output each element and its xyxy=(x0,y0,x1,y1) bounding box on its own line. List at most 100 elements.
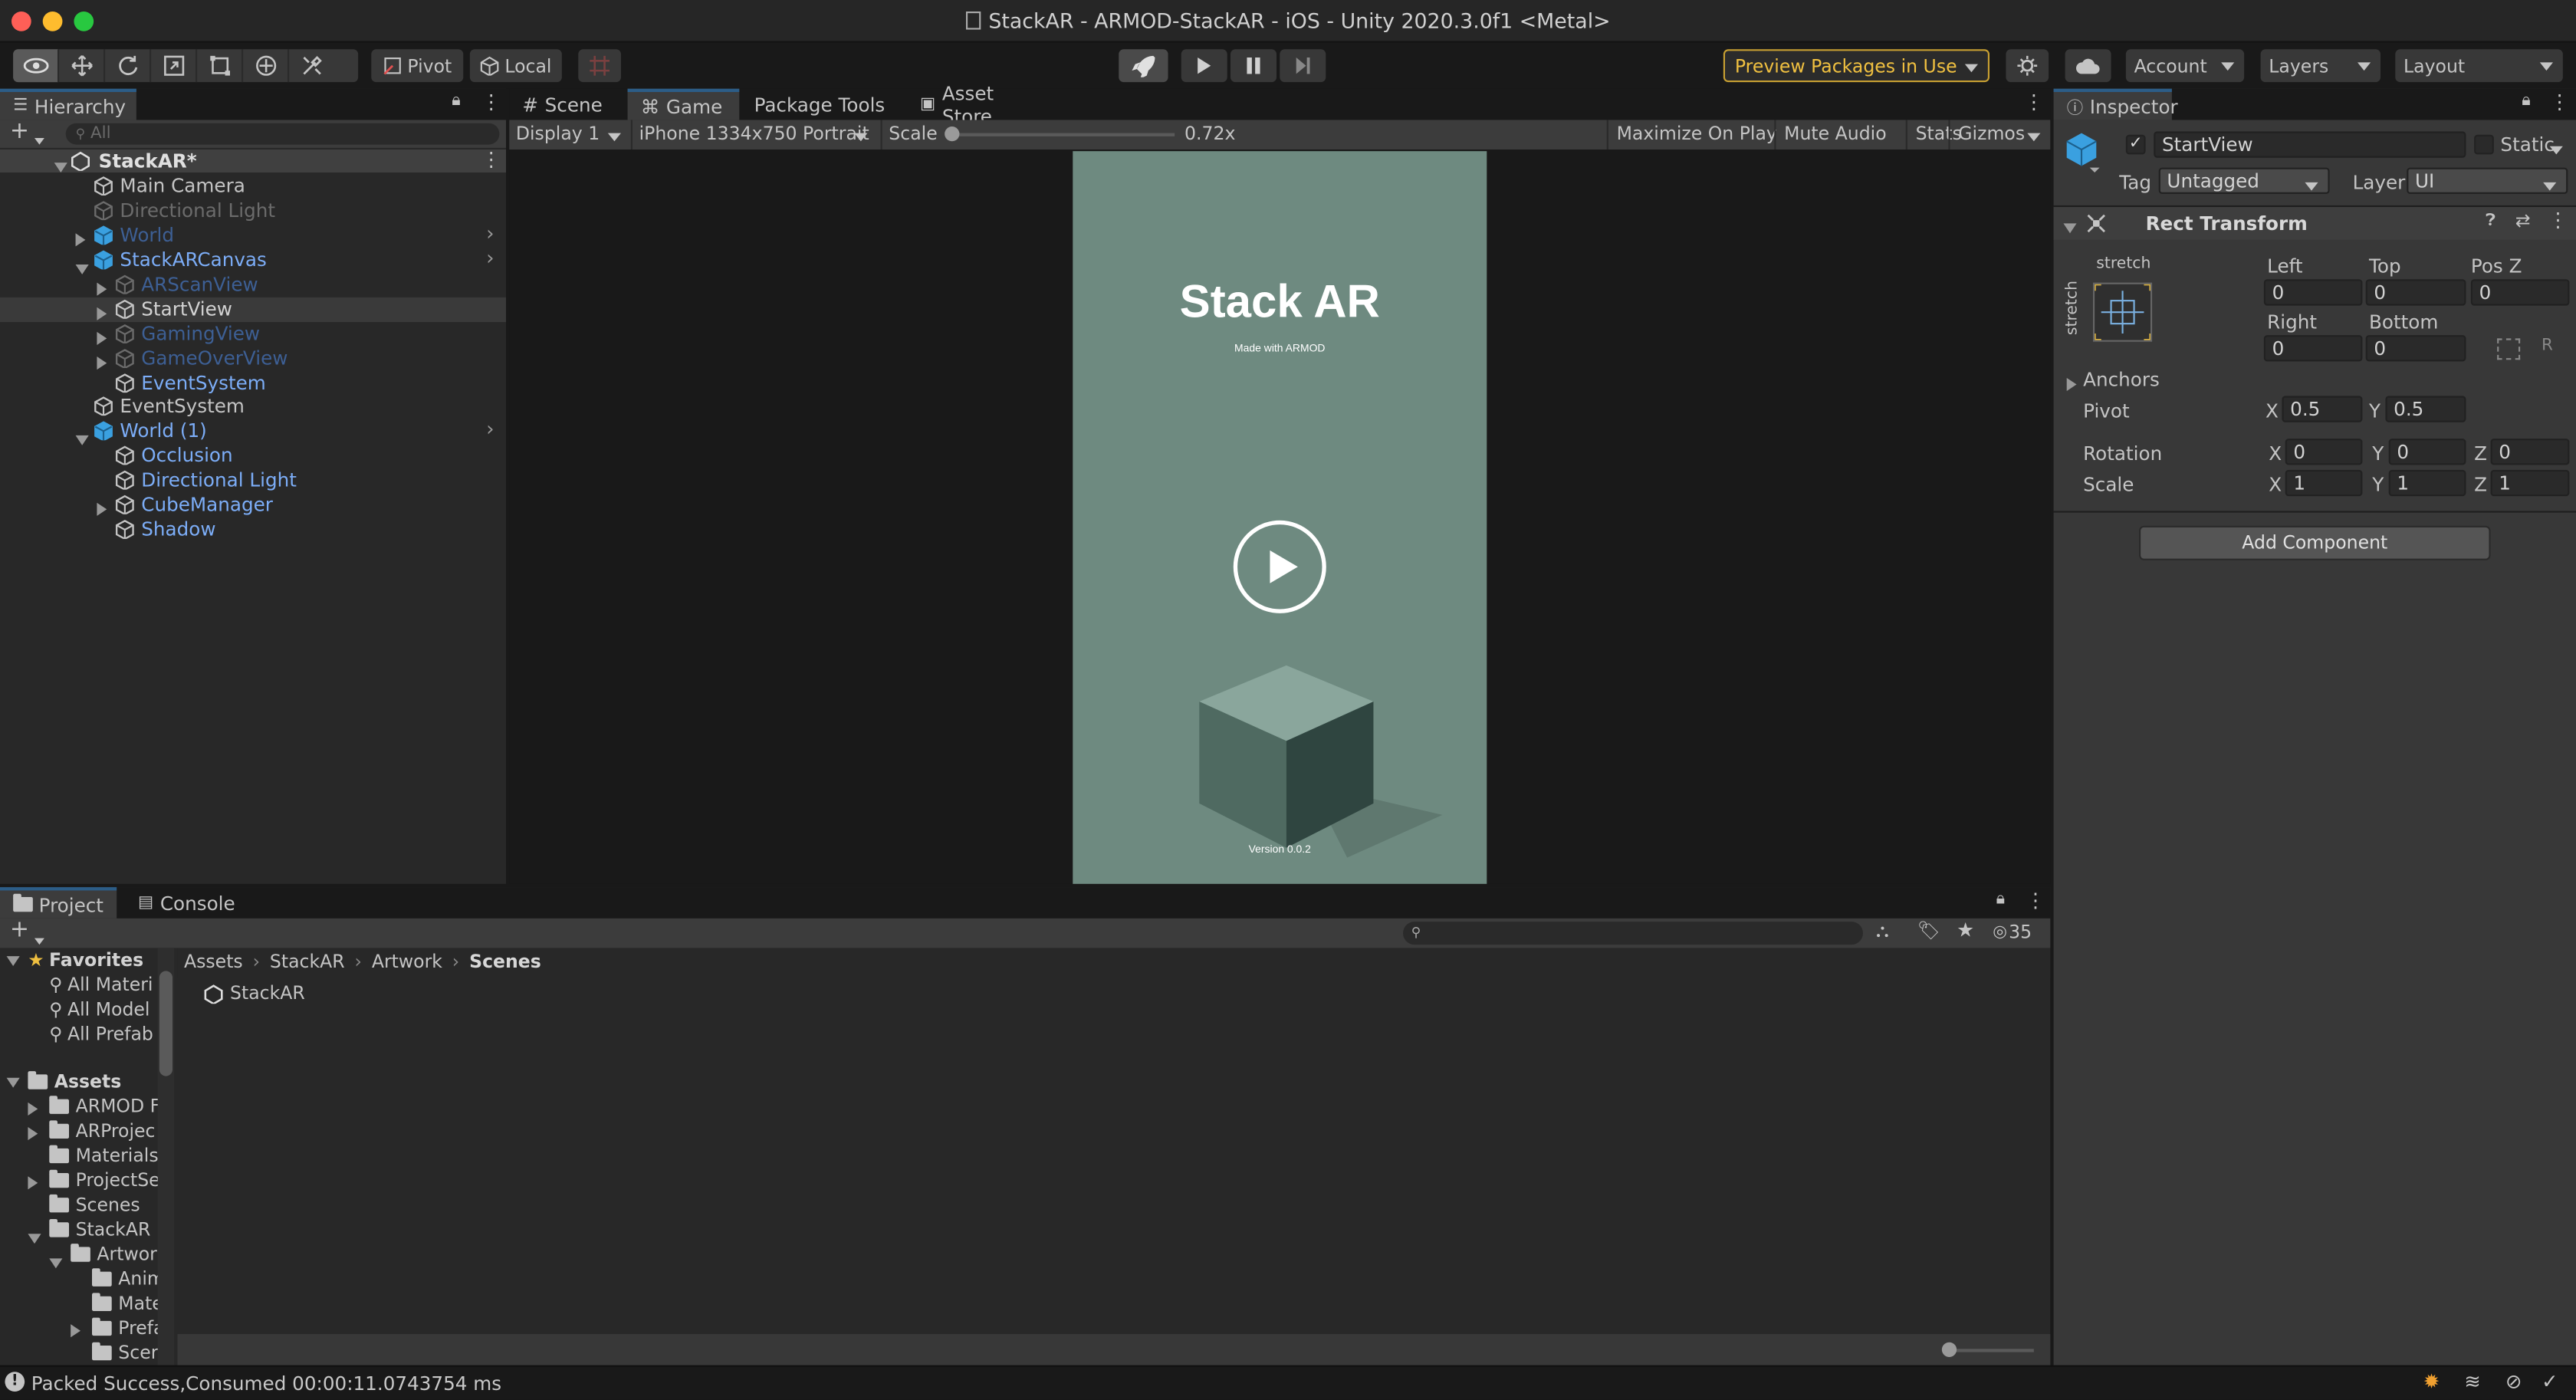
anchors-foldout[interactable]: Anchors xyxy=(2083,368,2160,391)
maximize-on-play-toggle[interactable]: Maximize On Play xyxy=(1606,120,1786,150)
hierarchy-search-input[interactable]: ⚲ All xyxy=(65,123,500,145)
anchors-expand-icon[interactable] xyxy=(2066,375,2077,396)
collapsed-arrow-icon[interactable] xyxy=(28,1124,38,1145)
kebab-menu-icon[interactable]: ⋮ xyxy=(481,90,501,113)
pivot-toggle[interactable]: Pivot xyxy=(371,49,464,83)
breadcrumb-item[interactable]: StackAR xyxy=(270,951,345,973)
collapsed-arrow-icon[interactable] xyxy=(28,1099,38,1121)
hierarchy-item[interactable]: StackARCanvas › xyxy=(0,246,506,274)
rotation-y-field[interactable]: 0 xyxy=(2388,439,2466,465)
icon-size-slider-track[interactable] xyxy=(1945,1349,2034,1352)
folder-tree-item[interactable]: ARMOD F xyxy=(28,1096,160,1117)
tab-console[interactable]: ▤ Console xyxy=(125,887,243,919)
blueprint-mode-button[interactable] xyxy=(2497,338,2521,360)
folder-tree-item[interactable]: StackAR xyxy=(28,1218,150,1244)
pause-button[interactable] xyxy=(1230,49,1276,83)
chevron-right-icon[interactable]: › xyxy=(486,246,494,269)
layout-dropdown[interactable]: Layout xyxy=(2395,49,2563,83)
hierarchy-item[interactable]: Shadow xyxy=(0,518,506,542)
hierarchy-item[interactable]: Main Camera xyxy=(0,174,506,199)
assets-foldout[interactable]: Assets xyxy=(6,1071,122,1093)
local-toggle[interactable]: Local xyxy=(469,49,562,83)
static-dropdown[interactable]: Static xyxy=(2497,133,2573,156)
scale-x-field[interactable]: 1 xyxy=(2285,469,2363,497)
game-play-button[interactable] xyxy=(1232,519,1327,614)
mute-audio-toggle[interactable]: Mute Audio xyxy=(1774,120,1894,150)
favorites-foldout[interactable]: ★ Favorites xyxy=(6,950,144,971)
bottom-field[interactable]: 0 xyxy=(2365,335,2466,362)
tree-scrollbar-thumb[interactable] xyxy=(159,971,172,1076)
object-name-field[interactable]: StartView xyxy=(2154,131,2466,158)
tab-inspector[interactable]: ⓘ Inspector xyxy=(2053,88,2178,120)
inspector-kebab-icon[interactable]: ⋮ xyxy=(2550,90,2570,113)
hierarchy-item[interactable]: Directional Light xyxy=(0,199,506,223)
scale-slider-track[interactable] xyxy=(949,133,1175,136)
hierarchy-item[interactable]: Directional Light xyxy=(0,468,506,493)
hierarchy-item[interactable]: ARScanView xyxy=(0,273,506,297)
custom-tool-button[interactable] xyxy=(289,49,335,82)
hierarchy-item[interactable]: StartView xyxy=(0,297,506,322)
display-dropdown[interactable]: Display 1 xyxy=(509,120,631,150)
posz-field[interactable]: 0 xyxy=(2470,279,2570,306)
left-field[interactable]: 0 xyxy=(2263,279,2363,306)
lock-icon[interactable]: 🔒︎ xyxy=(452,92,460,110)
tab-game[interactable]: ⌘ Game xyxy=(627,88,740,120)
tab-asset-store[interactable]: ▣ Asset Store xyxy=(907,81,1048,127)
tag-dropdown[interactable]: Untagged xyxy=(2158,167,2330,194)
favorite-item[interactable]: ⚲ All Model xyxy=(49,999,150,1020)
build-run-button[interactable] xyxy=(1119,49,1168,83)
play-button[interactable] xyxy=(1181,49,1227,83)
grid-snap-button[interactable] xyxy=(578,49,621,83)
favorites-star-icon[interactable]: ★ xyxy=(1957,919,1974,942)
folder-tree-item[interactable]: Prefa xyxy=(71,1317,165,1339)
hierarchy-item[interactable]: EventSystem xyxy=(0,371,506,396)
scene-row[interactable]: StackAR* ⋮ xyxy=(0,148,506,173)
tab-project[interactable]: Project xyxy=(0,887,117,919)
preset-icon[interactable]: ⇄ xyxy=(2515,210,2531,232)
hierarchy-item[interactable]: EventSystem xyxy=(0,394,506,419)
scale-z-field[interactable]: 1 xyxy=(2490,469,2570,497)
search-by-type-icon[interactable]: ⛬ xyxy=(1876,920,1889,943)
pivot-y-field[interactable]: 0.5 xyxy=(2385,396,2466,422)
transform-tool-button[interactable] xyxy=(243,49,290,83)
project-kebab-icon[interactable]: ⋮ xyxy=(2026,889,2045,912)
hierarchy-item[interactable]: World (1) › xyxy=(0,417,506,445)
tab-package-tools[interactable]: Package Tools xyxy=(741,89,902,120)
right-field[interactable]: 0 xyxy=(2263,335,2363,362)
chevron-down-icon[interactable] xyxy=(34,128,44,150)
anchor-presets-button[interactable] xyxy=(2093,282,2153,342)
active-checkbox[interactable]: ✓ xyxy=(2125,134,2146,155)
expand-arrow-icon[interactable] xyxy=(28,1227,41,1249)
chevron-down-icon[interactable] xyxy=(34,928,44,950)
step-button[interactable] xyxy=(1280,49,1326,83)
services-button[interactable] xyxy=(2006,49,2049,83)
scale-y-field[interactable]: 1 xyxy=(2388,469,2466,497)
rect-tool-button[interactable] xyxy=(197,49,244,83)
icon-size-slider-handle[interactable] xyxy=(1941,1342,1957,1357)
folder-tree-item[interactable]: Scer xyxy=(92,1342,158,1364)
folder-tree-item[interactable]: Artworl xyxy=(49,1244,162,1269)
folder-tree-item[interactable]: Materials xyxy=(49,1145,159,1166)
cloud-button[interactable] xyxy=(2065,49,2111,83)
hierarchy-item[interactable]: CubeManager xyxy=(0,493,506,518)
hierarchy-item[interactable]: GamingView xyxy=(0,322,506,347)
scale-slider-handle[interactable] xyxy=(945,127,960,142)
project-lock-icon[interactable]: 🔒︎ xyxy=(1996,890,2005,909)
breadcrumb-item[interactable]: Assets xyxy=(184,951,243,973)
scale-tool-button[interactable] xyxy=(151,49,198,83)
hierarchy-item[interactable]: GameOverView xyxy=(0,347,506,371)
pivot-x-field[interactable]: 0.5 xyxy=(2282,396,2363,422)
account-dropdown[interactable]: Account xyxy=(2125,49,2245,83)
raw-edit-button[interactable]: R xyxy=(2542,337,2553,355)
auto-generate-lighting-icon[interactable]: ✹ xyxy=(2423,1370,2440,1393)
preview-packages-dropdown[interactable]: Preview Packages in Use xyxy=(1723,49,1990,83)
chevron-right-icon[interactable]: › xyxy=(486,417,494,440)
layer-dropdown[interactable]: UI xyxy=(2407,167,2568,194)
favorite-item[interactable]: ⚲ All Materi xyxy=(49,974,153,996)
folder-tree-item[interactable]: ProjectSe xyxy=(28,1170,160,1191)
folder-tree-item[interactable]: Mate xyxy=(92,1293,163,1314)
network-icon[interactable]: ⊘ xyxy=(2505,1370,2522,1393)
hierarchy-item[interactable]: Occlusion xyxy=(0,444,506,468)
scene-kebab-icon[interactable]: ⋮ xyxy=(481,148,501,171)
top-field[interactable]: 0 xyxy=(2365,279,2466,306)
